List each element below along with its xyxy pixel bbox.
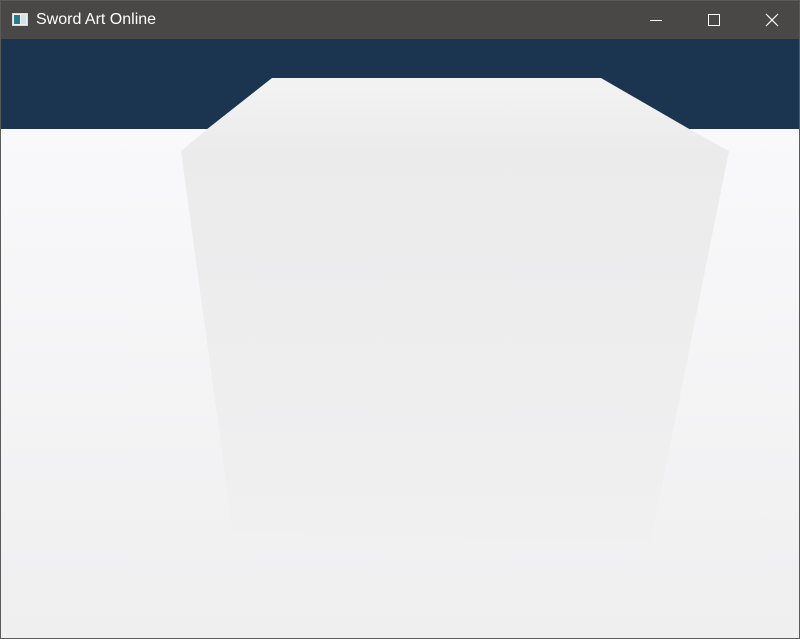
minimize-icon xyxy=(650,20,662,21)
title-bar[interactable]: Sword Art Online xyxy=(1,1,799,39)
scene-canvas xyxy=(1,39,799,638)
maximize-button[interactable] xyxy=(685,1,743,39)
game-window: Sword Art Online xyxy=(0,0,800,639)
close-button[interactable] xyxy=(742,1,799,39)
minimize-button[interactable] xyxy=(627,1,685,39)
cube-front-face xyxy=(181,151,729,541)
window-title: Sword Art Online xyxy=(36,11,157,28)
game-viewport[interactable] xyxy=(1,39,799,638)
app-window-icon xyxy=(12,13,28,26)
maximize-icon xyxy=(708,14,720,26)
close-icon xyxy=(765,13,779,27)
